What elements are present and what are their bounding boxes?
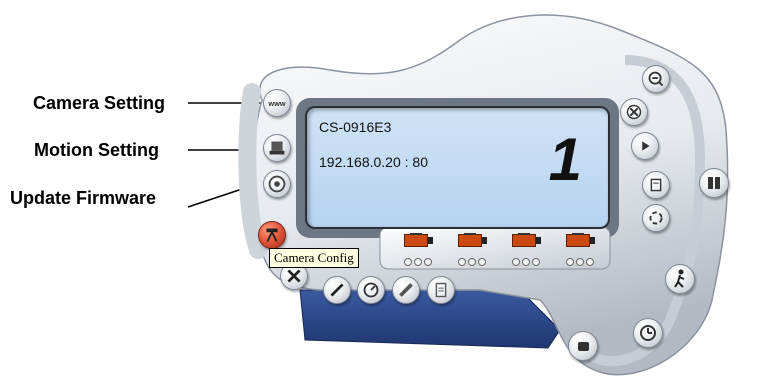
clock-tool-icon <box>363 282 379 298</box>
pen-icon <box>330 283 344 297</box>
walk-icon <box>674 269 685 288</box>
snapshot-button[interactable] <box>642 171 670 199</box>
zoom-out-icon <box>648 71 664 87</box>
record-button[interactable] <box>568 331 598 361</box>
camera-icon <box>404 233 433 247</box>
clock-tool-button[interactable] <box>357 276 385 304</box>
www-icon: www <box>267 99 286 108</box>
zoom-out-button[interactable] <box>642 65 670 93</box>
camera-icon <box>458 233 487 247</box>
walk-button[interactable] <box>665 264 695 294</box>
motion-setting-button[interactable] <box>263 134 291 162</box>
stop-button[interactable] <box>620 98 648 126</box>
channel-number: 1 <box>548 126 582 193</box>
camera-setting-button[interactable]: www <box>263 89 291 117</box>
camera-icon <box>566 233 595 247</box>
play-icon <box>642 141 650 151</box>
play-button[interactable] <box>631 132 659 160</box>
pencil-icon <box>399 283 413 297</box>
camera-slot-2[interactable] <box>452 232 492 266</box>
slot-status-dots <box>512 253 542 266</box>
firmware-disc-icon <box>268 175 286 193</box>
snapshot-icon <box>650 178 662 192</box>
motion-monitor-icon <box>269 141 285 155</box>
camera-config-button[interactable] <box>258 221 286 249</box>
camera-slot-1[interactable] <box>398 232 438 266</box>
camera-icon <box>512 233 541 247</box>
patrol-icon <box>649 211 663 225</box>
slot-status-dots <box>458 253 488 266</box>
schedule-button[interactable] <box>633 318 663 348</box>
preset-button[interactable] <box>699 168 729 198</box>
patrol-button[interactable] <box>642 204 670 232</box>
camera-slot-4[interactable] <box>560 232 600 266</box>
slot-status-dots <box>404 253 434 266</box>
clipboard-tool-button[interactable] <box>427 276 455 304</box>
pencil-tool-button[interactable] <box>392 276 420 304</box>
camera-slot-3[interactable] <box>506 232 546 266</box>
update-firmware-button[interactable] <box>263 170 291 198</box>
pen-tool-button[interactable] <box>323 276 351 304</box>
clipboard-icon <box>435 282 447 298</box>
record-icon <box>578 342 589 351</box>
svg-text:www: www <box>267 99 286 108</box>
stop-icon <box>626 104 642 120</box>
preset-icon <box>708 177 720 189</box>
camera-name: CS-0916E3 <box>319 119 392 135</box>
status-display: CS-0916E3 192.168.0.20 : 80 1 <box>305 106 610 229</box>
camera-config-tooltip: Camera Config <box>269 248 359 268</box>
slot-status-dots <box>566 253 596 266</box>
schedule-clock-icon <box>640 325 656 341</box>
tripod-camera-icon <box>266 228 278 242</box>
camera-ip-address: 192.168.0.20 : 80 <box>319 154 428 170</box>
